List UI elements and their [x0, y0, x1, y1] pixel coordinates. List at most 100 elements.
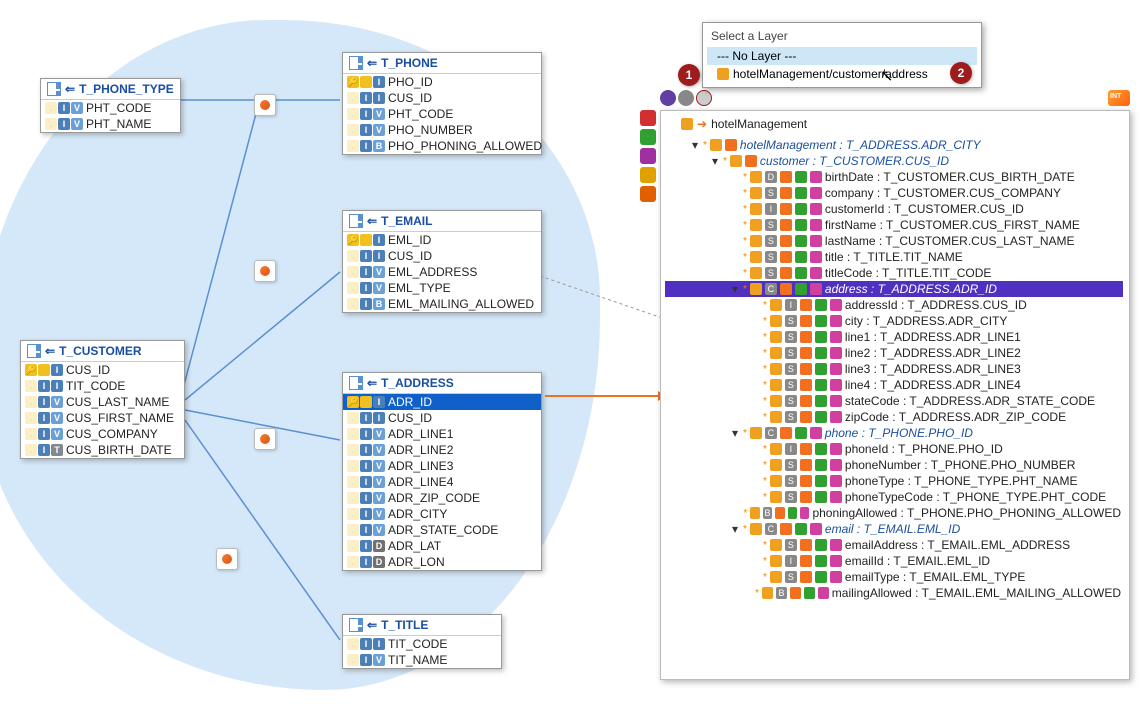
table-column[interactable]: .ITCUS_BIRTH_DATE [21, 442, 184, 458]
mouse-cursor: ↖ [880, 66, 893, 86]
tree-node[interactable]: *Sline1 : T_ADDRESS.ADR_LINE1 [665, 329, 1123, 345]
table-column[interactable]: .IVADR_STATE_CODE [343, 522, 541, 538]
table-phone[interactable]: ⇐T_PHONE 🔑IPHO_ID.IICUS_ID.IVPHT_CODE.IV… [342, 52, 542, 155]
tree-node[interactable]: ▾*Cphone : T_PHONE.PHO_ID [665, 425, 1123, 441]
table-column[interactable]: .IVPHT_CODE [343, 106, 541, 122]
tree-twisty[interactable]: ▾ [710, 154, 720, 168]
table-column[interactable]: .IVEML_TYPE [343, 280, 541, 296]
popup-option-no-layer[interactable]: --- No Layer --- [707, 47, 977, 65]
table-title: T_CUSTOMER [59, 344, 141, 358]
join-badge[interactable] [254, 94, 276, 116]
table-column[interactable]: .IVADR_LINE2 [343, 442, 541, 458]
table-column[interactable]: .IBEML_MAILING_ALLOWED [343, 296, 541, 312]
tree-twisty[interactable]: ▾ [690, 138, 700, 152]
tree-node[interactable]: *SphoneNumber : T_PHONE.PHO_NUMBER [665, 457, 1123, 473]
table-icon [349, 56, 363, 70]
exit-icon[interactable] [640, 186, 656, 202]
table-address[interactable]: ⇐T_ADDRESS 🔑IADR_ID.IICUS_ID.IVADR_LINE1… [342, 372, 542, 571]
tree-node[interactable]: *BmailingAllowed : T_EMAIL.EML_MAILING_A… [665, 585, 1123, 601]
table-title: T_ADDRESS [381, 376, 454, 390]
tree-node[interactable]: ▾*customer : T_CUSTOMER.CUS_ID [665, 153, 1123, 169]
table-customer[interactable]: ⇐T_CUSTOMER 🔑ICUS_ID.IITIT_CODE.IVCUS_LA… [20, 340, 185, 459]
tree-node[interactable]: ▾*Caddress : T_ADDRESS.ADR_ID [665, 281, 1123, 297]
table-column[interactable]: .IVADR_ZIP_CODE [343, 490, 541, 506]
table-column[interactable]: .IVADR_LINE1 [343, 426, 541, 442]
table-columns: 🔑IEML_ID.IICUS_ID.IVEML_ADDRESS.IVEML_TY… [343, 232, 541, 312]
table-column[interactable]: .IVCUS_COMPANY [21, 426, 184, 442]
table-column[interactable]: .IVTIT_NAME [343, 652, 501, 668]
update-icon[interactable] [640, 148, 656, 164]
eye-icon[interactable] [678, 90, 694, 106]
tree-node[interactable]: *Scity : T_ADDRESS.ADR_CITY [665, 313, 1123, 329]
table-column[interactable]: .IBPHO_PHONING_ALLOWED [343, 138, 541, 154]
toggle-icon[interactable] [660, 90, 676, 106]
tree-node[interactable]: *SphoneType : T_PHONE_TYPE.PHT_NAME [665, 473, 1123, 489]
tree-node[interactable]: *SzipCode : T_ADDRESS.ADR_ZIP_CODE [665, 409, 1123, 425]
table-column[interactable]: .IVEML_ADDRESS [343, 264, 541, 280]
join-badge[interactable] [254, 428, 276, 450]
popup-option-address[interactable]: hotelManagement/customer/address [707, 65, 977, 83]
table-column[interactable]: .IICUS_ID [343, 90, 541, 106]
tree-node[interactable]: *Scompany : T_CUSTOMER.CUS_COMPANY [665, 185, 1123, 201]
side-toolbar [640, 110, 658, 205]
table-column[interactable]: .IDADR_LON [343, 554, 541, 570]
key-icon[interactable] [640, 167, 656, 183]
table-icon [349, 376, 363, 390]
tree-node[interactable]: *IcustomerId : T_CUSTOMER.CUS_ID [665, 201, 1123, 217]
table-column[interactable]: .IICUS_ID [343, 410, 541, 426]
tree-node[interactable]: *SemailType : T_EMAIL.EML_TYPE [665, 569, 1123, 585]
tree-node[interactable]: *IaddressId : T_ADDRESS.CUS_ID [665, 297, 1123, 313]
table-column[interactable]: .IVADR_CITY [343, 506, 541, 522]
table-column[interactable]: .IVADR_LINE4 [343, 474, 541, 490]
table-title: T_PHONE_TYPE [79, 82, 174, 96]
tree-node[interactable]: ▾*hotelManagement : T_ADDRESS.ADR_CITY [665, 137, 1123, 153]
tree-node[interactable]: *IemailId : T_EMAIL.EML_ID [665, 553, 1123, 569]
table-column[interactable]: 🔑ICUS_ID [21, 362, 184, 378]
tree-node[interactable]: *DbirthDate : T_CUSTOMER.CUS_BIRTH_DATE [665, 169, 1123, 185]
table-column[interactable]: .IVPHT_NAME [41, 116, 180, 132]
tree-node[interactable]: *BphoningAllowed : T_PHONE.PHO_PHONING_A… [665, 505, 1123, 521]
add-icon[interactable] [640, 129, 656, 145]
tree-twisty[interactable]: ▾ [730, 522, 740, 536]
integration-icon[interactable] [1108, 90, 1130, 106]
table-column[interactable]: .IICUS_ID [343, 248, 541, 264]
table-title: T_EMAIL [381, 214, 432, 228]
tree-node[interactable]: *SlastName : T_CUSTOMER.CUS_LAST_NAME [665, 233, 1123, 249]
table-column[interactable]: .IVPHT_CODE [41, 100, 180, 116]
tree-node[interactable]: *IphoneId : T_PHONE.PHO_ID [665, 441, 1123, 457]
tree-node[interactable]: *Sline2 : T_ADDRESS.ADR_LINE2 [665, 345, 1123, 361]
table-columns: .IVPHT_CODE.IVPHT_NAME [41, 100, 180, 132]
table-column[interactable]: .IVADR_LINE3 [343, 458, 541, 474]
table-column[interactable]: .IITIT_CODE [21, 378, 184, 394]
mapping-tree-panel: ➔ hotelManagement ▾*hotelManagement : T_… [660, 110, 1130, 680]
tree-node[interactable]: *Sline3 : T_ADDRESS.ADR_LINE3 [665, 361, 1123, 377]
table-column[interactable]: .IDADR_LAT [343, 538, 541, 554]
join-badge[interactable] [254, 260, 276, 282]
tree-node[interactable]: *SemailAddress : T_EMAIL.EML_ADDRESS [665, 537, 1123, 553]
table-column[interactable]: .IVCUS_LAST_NAME [21, 394, 184, 410]
table-column[interactable]: .IVPHO_NUMBER [343, 122, 541, 138]
join-badge[interactable] [216, 548, 238, 570]
table-phone-type[interactable]: ⇐T_PHONE_TYPE .IVPHT_CODE.IVPHT_NAME [40, 78, 181, 133]
table-title: T_PHONE [381, 56, 438, 70]
tree-node[interactable]: ▾*Cemail : T_EMAIL.EML_ID [665, 521, 1123, 537]
tree-twisty[interactable]: ▾ [730, 282, 740, 296]
table-icon [27, 344, 41, 358]
table-column[interactable]: 🔑IPHO_ID [343, 74, 541, 90]
tree-node[interactable]: *SfirstName : T_CUSTOMER.CUS_FIRST_NAME [665, 217, 1123, 233]
table-email[interactable]: ⇐T_EMAIL 🔑IEML_ID.IICUS_ID.IVEML_ADDRESS… [342, 210, 542, 313]
tree-root[interactable]: ➔ hotelManagement [663, 115, 1123, 137]
tree-node[interactable]: *Sline4 : T_ADDRESS.ADR_LINE4 [665, 377, 1123, 393]
table-column[interactable]: .IITIT_CODE [343, 636, 501, 652]
tree-twisty[interactable]: ▾ [730, 426, 740, 440]
table-title-entity[interactable]: ⇐T_TITLE .IITIT_CODE.IVTIT_NAME [342, 614, 502, 669]
tree-node[interactable]: *SstateCode : T_ADDRESS.ADR_STATE_CODE [665, 393, 1123, 409]
table-column[interactable]: 🔑IEML_ID [343, 232, 541, 248]
layers-icon[interactable] [696, 90, 712, 106]
table-column[interactable]: .IVCUS_FIRST_NAME [21, 410, 184, 426]
table-column[interactable]: 🔑IADR_ID [343, 394, 541, 410]
required-icon[interactable] [640, 110, 656, 126]
tree-node[interactable]: *SphoneTypeCode : T_PHONE_TYPE.PHT_CODE [665, 489, 1123, 505]
tree-node[interactable]: *StitleCode : T_TITLE.TIT_CODE [665, 265, 1123, 281]
tree-node[interactable]: *Stitle : T_TITLE.TIT_NAME [665, 249, 1123, 265]
